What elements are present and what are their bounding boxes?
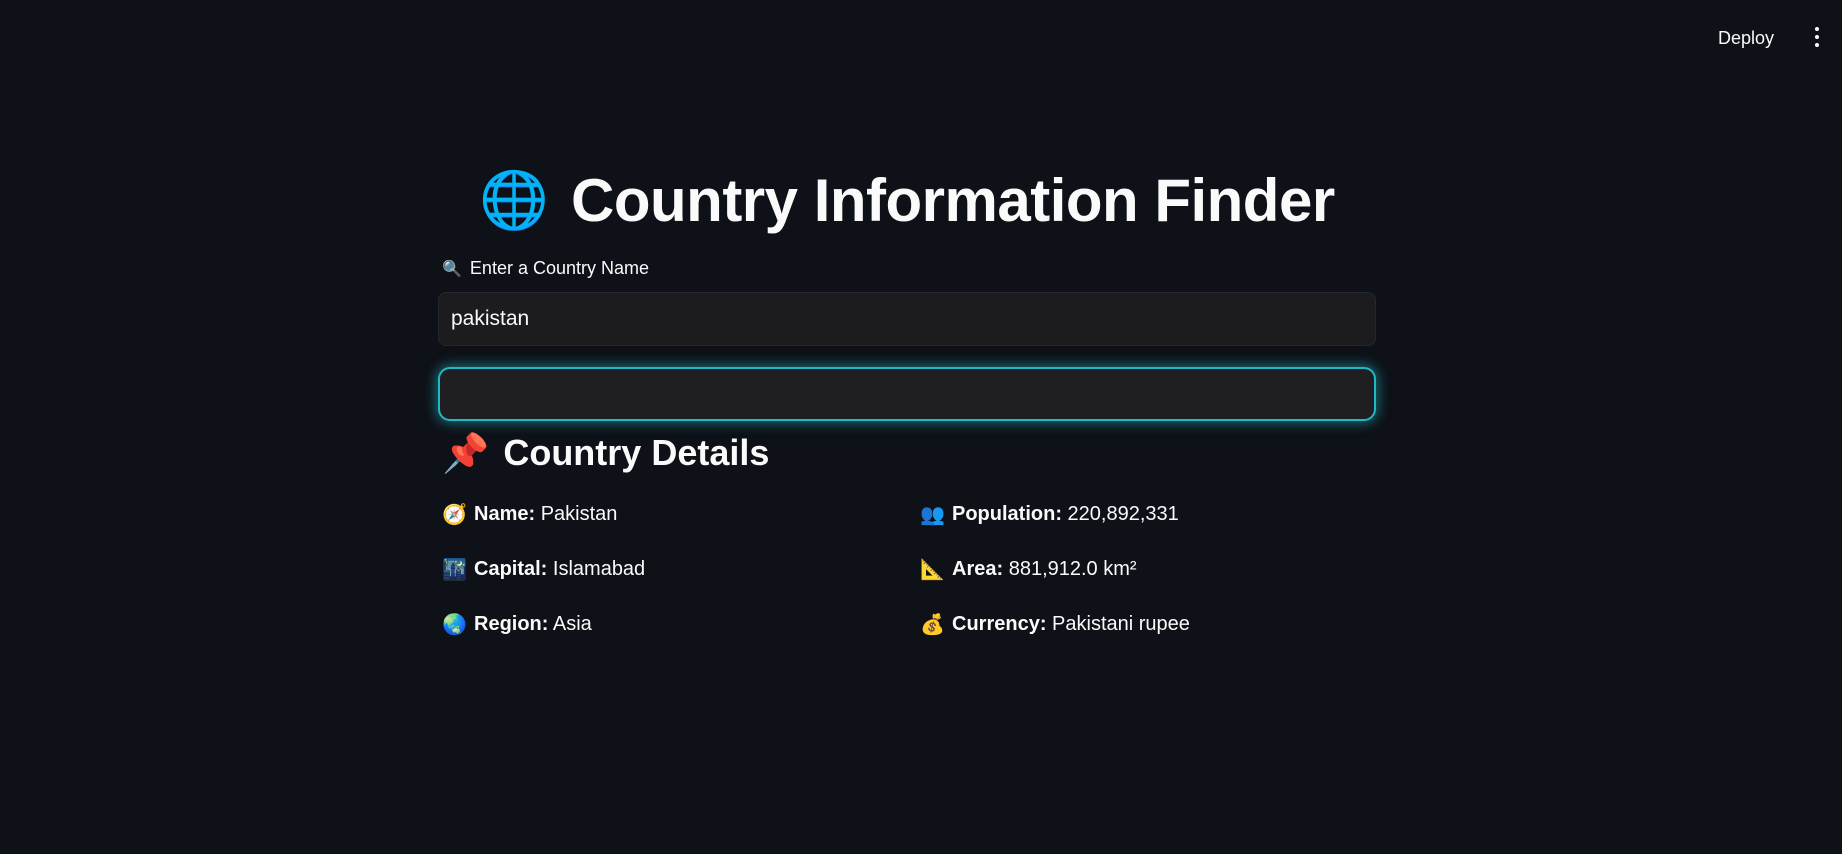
earth-globe-icon: 🌏: [442, 614, 467, 636]
detail-currency-label: Currency:: [952, 613, 1047, 635]
page-title: 🌐 Country Information Finder: [438, 166, 1376, 235]
detail-name-value: Pakistan: [540, 503, 618, 525]
detail-population-label: Population:: [952, 503, 1062, 525]
top-bar: Deploy: [0, 0, 1842, 72]
detail-area: 📐 Area: 881,912.0 km²: [920, 557, 1137, 582]
detail-currency: 💰 Currency: Pakistani rupee: [920, 612, 1190, 637]
detail-currency-value: Pakistani rupee: [1052, 613, 1190, 635]
night-city-icon: 🌃: [442, 559, 467, 581]
detail-region-value: Asia: [552, 613, 592, 635]
people-icon: 👥: [920, 504, 945, 526]
compass-icon: 🧭: [442, 504, 467, 526]
detail-population-value: 220,892,331: [1067, 503, 1179, 525]
deploy-button[interactable]: Deploy: [1712, 24, 1780, 53]
magnifier-icon: 🔍: [442, 260, 462, 278]
title-text: Country Information Finder: [571, 167, 1335, 234]
focused-empty-field[interactable]: [438, 367, 1376, 421]
detail-capital-label: Capital:: [474, 558, 548, 580]
detail-region: 🌏 Region: Asia: [442, 612, 592, 637]
detail-population: 👥 Population: 220,892,331: [920, 502, 1179, 527]
detail-name-label: Name:: [474, 503, 536, 525]
detail-capital-value: Islamabad: [552, 558, 646, 580]
detail-area-label: Area:: [952, 558, 1004, 580]
money-bag-icon: 💰: [920, 614, 945, 636]
detail-area-value: 881,912.0 km²: [1008, 558, 1137, 580]
globe-icon: 🌐: [479, 167, 550, 233]
detail-capital: 🌃 Capital: Islamabad: [442, 557, 645, 582]
search-label: 🔍 Enter a Country Name: [442, 258, 649, 279]
pushpin-icon: 📌: [442, 431, 490, 475]
country-search-input[interactable]: [438, 292, 1376, 346]
details-heading-text: Country Details: [503, 432, 770, 473]
vertical-ellipsis-icon[interactable]: [1806, 22, 1828, 52]
detail-region-label: Region:: [474, 613, 549, 635]
triangle-ruler-icon: 📐: [920, 559, 945, 581]
detail-name: 🧭 Name: Pakistan: [442, 502, 617, 527]
search-label-text: Enter a Country Name: [469, 258, 649, 278]
details-heading: 📌 Country Details: [442, 432, 769, 474]
